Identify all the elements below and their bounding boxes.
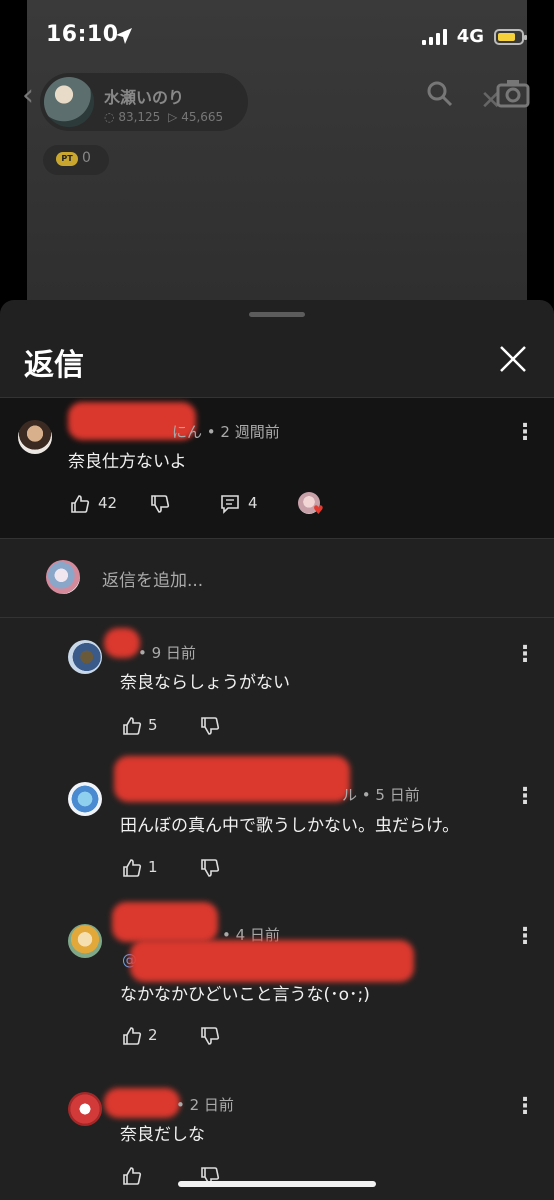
like-button[interactable] (122, 716, 142, 736)
dislike-button[interactable] (200, 716, 220, 736)
comment-text: 田んぼの真ん中で歌うしかない。虫だらけ。 (120, 816, 460, 836)
play-icon: ▷ (168, 110, 178, 124)
battery-icon (494, 28, 527, 45)
like-count: 5 (148, 716, 158, 734)
views-count: 45,665 (181, 110, 224, 124)
dislike-button[interactable] (200, 858, 220, 878)
comments-count: 83,125 (118, 110, 161, 124)
comment-time: 5 日前 (375, 786, 420, 804)
redacted-author-name (114, 756, 350, 802)
signal-icon (421, 28, 447, 45)
comment-meta: にん • 2 週間前 (172, 423, 280, 441)
network-type: 4G (456, 26, 484, 47)
heart-icon: ♥ (313, 503, 324, 517)
avatar[interactable] (68, 640, 102, 674)
location-arrow-icon (114, 26, 134, 46)
home-indicator[interactable] (178, 1181, 376, 1187)
thumbs-up-icon (123, 1027, 142, 1045)
status-indicators: 4G (421, 26, 527, 47)
comment-text: 奈良だしな (120, 1125, 205, 1145)
comment-text: 奈良仕方ないよ (68, 452, 187, 472)
like-count: 2 (148, 1026, 158, 1044)
thumbs-down-icon (151, 495, 170, 513)
camera-icon[interactable] (496, 78, 530, 108)
thumbs-down-icon (201, 717, 220, 735)
redacted-author-name (112, 902, 218, 942)
points-value: 0 (82, 150, 91, 166)
like-button[interactable] (122, 1166, 142, 1186)
redacted-mention (130, 940, 414, 982)
more-options-button[interactable]: ⋮ (514, 420, 536, 445)
redacted-author-name (104, 1088, 180, 1118)
creator-avatar[interactable] (44, 77, 94, 127)
more-options-button[interactable]: ⋮ (514, 1094, 536, 1119)
like-button[interactable] (122, 1026, 142, 1046)
reply-button[interactable] (220, 494, 240, 514)
like-button[interactable] (122, 858, 142, 878)
avatar[interactable] (68, 1092, 102, 1126)
creator-name: 水瀬いのり (104, 88, 185, 107)
comment-time: 9 日前 (151, 644, 196, 662)
comment-text: 奈良ならしょうがない (120, 673, 290, 693)
like-button[interactable] (70, 494, 90, 514)
comment-time: 2 日前 (189, 1096, 234, 1114)
comment-meta: • 9 日前 (138, 644, 196, 662)
redacted-author-name (104, 628, 140, 658)
reply-comment-icon (221, 495, 239, 514)
like-count: 1 (148, 858, 158, 876)
thumbs-down-icon (201, 1027, 220, 1045)
thumbs-up-icon (123, 859, 142, 877)
more-options-button[interactable]: ⋮ (514, 784, 536, 809)
thumbs-down-icon (201, 859, 220, 877)
drag-handle[interactable] (249, 312, 305, 317)
author-name-suffix: ル (342, 786, 358, 804)
comment-bubble-icon: ◌ (104, 110, 115, 124)
avatar[interactable] (68, 782, 102, 816)
my-avatar (46, 560, 80, 594)
dislike-button[interactable] (150, 494, 170, 514)
avatar[interactable] (18, 420, 52, 454)
image-search-icon[interactable] (426, 80, 453, 107)
add-reply-input[interactable]: 返信を追加... (102, 566, 203, 591)
creator-stats: ◌ 83,125 ▷ 45,665 (104, 110, 223, 124)
more-options-button[interactable]: ⋮ (514, 642, 536, 667)
sheet-title: 返信 (24, 348, 84, 383)
comment-meta: • 2 日前 (176, 1096, 234, 1114)
avatar[interactable] (68, 924, 102, 958)
divider (0, 617, 554, 618)
author-name-suffix: にん (172, 423, 203, 441)
comment-text: なかなかひどいこと言うな(･o･;) (120, 985, 370, 1005)
status-time: 16:10 (46, 22, 119, 47)
like-count: 42 (98, 494, 118, 512)
divider (0, 538, 554, 539)
close-button[interactable] (498, 344, 528, 374)
more-options-button[interactable]: ⋮ (514, 924, 536, 949)
reply-count: 4 (248, 494, 258, 512)
back-arrow-icon[interactable]: ‹ (22, 78, 34, 113)
dislike-button[interactable] (200, 1026, 220, 1046)
close-icon (500, 346, 526, 372)
points-badge: PT (56, 152, 78, 166)
comment-time: 2 週間前 (220, 423, 280, 441)
thumbs-up-icon (123, 1167, 142, 1185)
thumbs-up-icon (71, 495, 90, 513)
thumbs-up-icon (123, 717, 142, 735)
comment-meta: ル • 5 日前 (342, 786, 420, 804)
